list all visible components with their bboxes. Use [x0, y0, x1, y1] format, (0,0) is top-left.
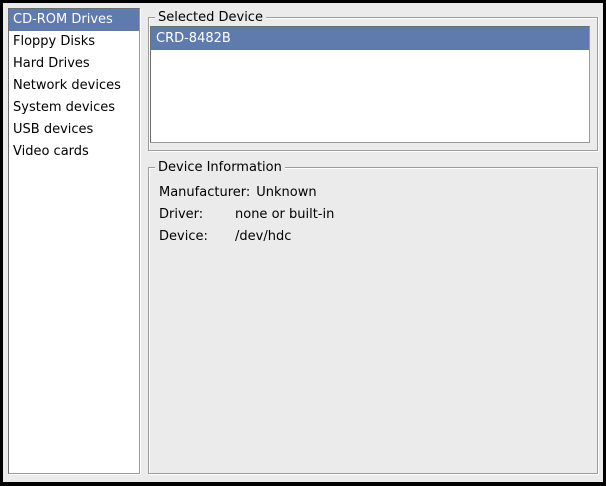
device-info-row: Device: /dev/hdc [159, 226, 589, 248]
device-info-field-value: none or built-in [235, 204, 334, 226]
category-item-label: Floppy Disks [13, 34, 95, 49]
category-item[interactable]: CD-ROM Drives [9, 9, 139, 31]
category-item-label: Network devices [13, 78, 121, 93]
category-item[interactable]: USB devices [9, 119, 139, 141]
device-list-item-label: CRD-8482B [156, 31, 231, 46]
category-item-label: CD-ROM Drives [13, 12, 113, 27]
device-info-row: Driver: none or built-in [159, 204, 589, 226]
category-item-label: USB devices [13, 122, 93, 137]
category-item-label: Video cards [13, 144, 89, 159]
device-information-frame: Device Information Manufacturer: Unknown… [148, 167, 598, 474]
category-item[interactable]: Video cards [9, 141, 139, 163]
category-item[interactable]: Floppy Disks [9, 31, 139, 53]
selected-device-frame-title: Selected Device [155, 9, 266, 26]
device-info-field-label: Driver: [159, 204, 235, 226]
category-item[interactable]: Network devices [9, 75, 139, 97]
device-information-rows: Manufacturer: Unknown Driver: none or bu… [159, 182, 589, 248]
selected-device-list: CRD-8482B [150, 26, 590, 143]
category-item[interactable]: System devices [9, 97, 139, 119]
device-info-row: Manufacturer: Unknown [159, 182, 589, 204]
category-item-label: Hard Drives [13, 56, 90, 71]
device-info-field-value: Unknown [256, 182, 316, 204]
device-info-field-label: Manufacturer: [159, 182, 256, 204]
category-item-label: System devices [13, 100, 115, 115]
selected-device-frame: Selected Device CRD-8482B [148, 17, 598, 151]
device-list-item[interactable]: CRD-8482B [151, 27, 589, 50]
device-info-field-label: Device: [159, 226, 235, 248]
device-information-frame-title: Device Information [155, 159, 285, 176]
hardware-browser-window: CD-ROM Drives Floppy Disks Hard Drives N… [0, 0, 606, 486]
device-category-list: CD-ROM Drives Floppy Disks Hard Drives N… [8, 8, 140, 474]
device-info-field-value: /dev/hdc [235, 226, 291, 248]
category-item[interactable]: Hard Drives [9, 53, 139, 75]
